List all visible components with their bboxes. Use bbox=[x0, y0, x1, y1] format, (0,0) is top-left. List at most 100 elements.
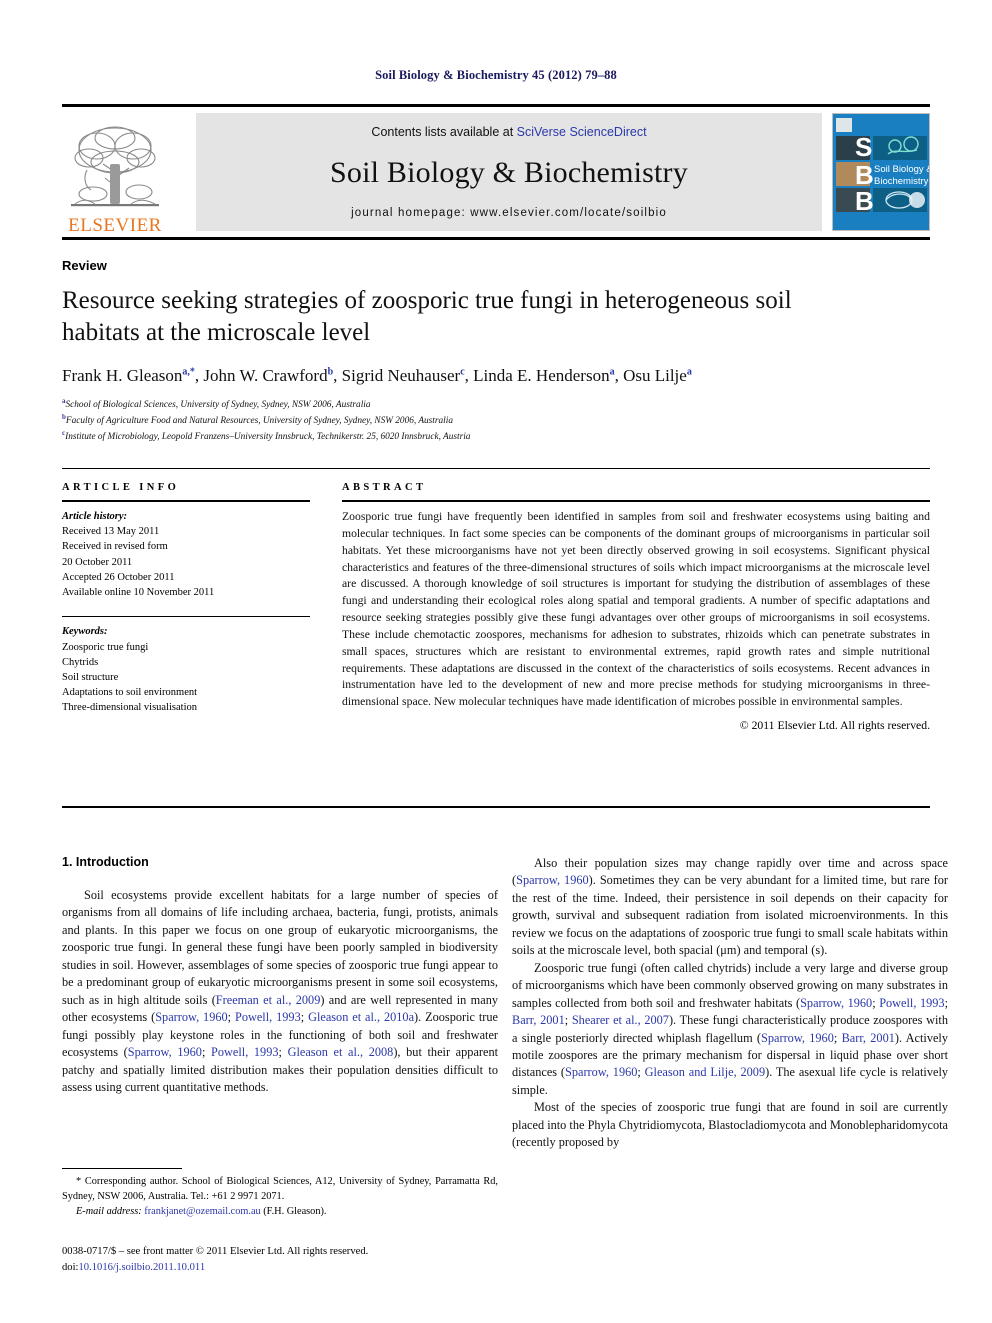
keyword-item: Soil structure bbox=[62, 671, 119, 683]
citation-link[interactable]: Sparrow, 1960 bbox=[128, 1045, 202, 1059]
author-list: Frank H. Gleasona,*, John W. Crawfordb, … bbox=[62, 366, 692, 385]
paragraph-right-2: Zoosporic true fungi (often called chytr… bbox=[512, 960, 948, 1100]
body-text: ; bbox=[278, 1045, 288, 1060]
info-top-rule bbox=[62, 468, 930, 469]
body-text: ; bbox=[227, 1010, 235, 1025]
citation-link[interactable]: Freeman et al., 2009 bbox=[216, 993, 321, 1007]
citation-link[interactable]: Sparrow, 1960 bbox=[761, 1031, 834, 1045]
svg-text:B: B bbox=[855, 186, 874, 216]
author-name: Osu Lilje bbox=[623, 366, 687, 385]
keywords-label: Keywords: bbox=[62, 626, 108, 638]
article-history-item: Received in revised form bbox=[62, 541, 168, 553]
body-text: ; bbox=[201, 1045, 212, 1060]
author-affiliation-mark: c bbox=[460, 366, 465, 378]
paragraph-right-3: Most of the species of zoosporic true fu… bbox=[512, 1099, 948, 1151]
corresponding-author-note: * Corresponding author. School of Biolog… bbox=[62, 1176, 498, 1202]
section-heading-introduction: 1. Introduction bbox=[62, 855, 149, 869]
svg-text:Biochemistry: Biochemistry bbox=[874, 176, 929, 187]
body-text: ; bbox=[637, 1065, 645, 1080]
paragraph-right-1: Also their population sizes may change r… bbox=[512, 855, 948, 960]
article-info-block: ARTICLE INFO Article history: Received 1… bbox=[62, 482, 310, 716]
article-history-label: Article history: bbox=[62, 511, 128, 522]
article-history-item: Received 13 May 2011 bbox=[62, 526, 160, 538]
body-column-left: 1. Introduction Soil ecosystems provide … bbox=[62, 855, 498, 1096]
keywords-rule bbox=[62, 616, 310, 618]
page-title: Resource seeking strategies of zoosporic… bbox=[62, 287, 792, 346]
email-note: E-mail address: frankjanet@ozemail.com.a… bbox=[62, 1205, 498, 1220]
svg-text:Soil Biology &: Soil Biology & bbox=[874, 164, 929, 175]
citation-link[interactable]: Gleason et al., 2008 bbox=[288, 1045, 394, 1059]
citation-link[interactable]: Sparrow, 1960 bbox=[800, 996, 872, 1010]
abstract-heading: ABSTRACT bbox=[342, 482, 427, 493]
citation-link[interactable]: Powell, 1993 bbox=[879, 996, 944, 1010]
body-text: Most of the species of zoosporic true fu… bbox=[512, 1100, 948, 1150]
email-link[interactable]: frankjanet@ozemail.com.au bbox=[144, 1206, 260, 1217]
issn-copyright-block: 0038-0717/$ – see front matter © 2011 El… bbox=[62, 1244, 498, 1276]
article-page: Soil Biology & Biochemistry 45 (2012) 79… bbox=[0, 0, 992, 1323]
journal-cover-thumbnail: S B B Soil Biology & Biochemistry bbox=[832, 113, 930, 231]
body-text: ; bbox=[564, 1013, 572, 1028]
email-suffix: (F.H. Gleason). bbox=[263, 1205, 327, 1217]
article-info-heading: ARTICLE INFO bbox=[62, 482, 180, 493]
affiliation-item: bFaculty of Agriculture Food and Natural… bbox=[62, 413, 453, 427]
sciencedirect-link[interactable]: SciVerse ScienceDirect bbox=[517, 125, 647, 139]
running-head: Soil Biology & Biochemistry 45 (2012) 79… bbox=[375, 68, 617, 82]
article-history-item: Accepted 26 October 2011 bbox=[62, 571, 175, 583]
author-name: Frank H. Gleason bbox=[62, 366, 183, 385]
affiliation-item: cInstitute of Microbiology, Leopold Fran… bbox=[62, 429, 471, 443]
abstract-copyright: © 2011 Elsevier Ltd. All rights reserved… bbox=[739, 719, 930, 733]
citation-link[interactable]: Sparrow, 1960 bbox=[155, 1010, 227, 1024]
elsevier-wordmark: ELSEVIER bbox=[68, 215, 162, 236]
citation-link[interactable]: Shearer et al., 2007 bbox=[572, 1013, 669, 1027]
author-name: Linda E. Henderson bbox=[473, 366, 610, 385]
journal-homepage[interactable]: journal homepage: www.elsevier.com/locat… bbox=[351, 207, 667, 219]
elsevier-tree-icon bbox=[71, 126, 159, 207]
author-affiliation-mark: a bbox=[609, 366, 615, 378]
footnote-block: * Corresponding author. School of Biolog… bbox=[62, 1168, 498, 1220]
keyword-item: Chytrids bbox=[62, 656, 99, 668]
svg-text:S: S bbox=[855, 132, 872, 162]
keyword-item: Three-dimensional visualisation bbox=[62, 702, 198, 714]
journal-masthead: ELSEVIER Contents lists available at Sci… bbox=[62, 104, 930, 240]
article-doctype: Review bbox=[62, 258, 107, 273]
contents-prefix: Contents lists available at bbox=[371, 125, 517, 139]
author-name: Sigrid Neuhauser bbox=[341, 366, 461, 385]
affiliation-mark: b bbox=[62, 413, 66, 422]
affiliation-mark: c bbox=[62, 429, 66, 438]
author-affiliation-mark: b bbox=[327, 366, 334, 378]
contents-available-line: Contents lists available at SciVerse Sci… bbox=[371, 125, 646, 139]
citation-link[interactable]: Powell, 1993 bbox=[211, 1045, 278, 1059]
body-text: ; bbox=[300, 1010, 309, 1025]
abstract-text: Zoosporic true fungi have frequently bee… bbox=[342, 510, 930, 709]
doi-label: doi: bbox=[62, 1261, 79, 1273]
citation-link[interactable]: Sparrow, 1960 bbox=[516, 873, 589, 887]
citation-link[interactable]: Gleason et al., 2010a bbox=[308, 1010, 414, 1024]
email-label: E-mail address: bbox=[76, 1205, 142, 1217]
citation-link[interactable]: Sparrow, 1960 bbox=[565, 1065, 637, 1079]
author-affiliation-mark: a bbox=[686, 366, 692, 378]
journal-title: Soil Biology & Biochemistry bbox=[330, 156, 688, 189]
body-text: Soil ecosystems provide excellent habita… bbox=[62, 888, 498, 1007]
doi-link[interactable]: 10.1016/j.soilbio.2011.10.011 bbox=[78, 1262, 205, 1273]
issn-line: 0038-0717/$ – see front matter © 2011 El… bbox=[62, 1246, 369, 1257]
citation-link[interactable]: Barr, 2001 bbox=[842, 1031, 895, 1045]
body-text: ; bbox=[944, 995, 949, 1010]
keywords-list: Zoosporic true fungi Chytrids Soil structu… bbox=[62, 640, 310, 716]
article-history-item: Available online 10 November 2011 bbox=[62, 587, 215, 599]
citation-link[interactable]: Powell, 1993 bbox=[235, 1010, 301, 1024]
contents-banner: Contents lists available at SciVerse Sci… bbox=[196, 113, 822, 231]
cover-artwork-icon: S B B Soil Biology & Biochemistry bbox=[833, 114, 929, 230]
affiliation-list: aSchool of Biological Sciences, Universi… bbox=[62, 396, 922, 445]
footnote-rule bbox=[62, 1168, 182, 1169]
affiliation-item: aSchool of Biological Sciences, Universi… bbox=[62, 397, 371, 411]
author-name: John W. Crawford bbox=[203, 366, 328, 385]
keyword-item: Adaptations to soil environment bbox=[62, 687, 198, 699]
doi-line: doi:10.1016/j.soilbio.2011.10.011 bbox=[62, 1260, 498, 1276]
citation-link[interactable]: Gleason and Lilje, 2009 bbox=[645, 1065, 765, 1079]
keyword-item: Zoosporic true fungi bbox=[62, 641, 149, 653]
affiliation-mark: a bbox=[62, 397, 66, 405]
article-history-list: Received 13 May 2011 Received in revised … bbox=[62, 524, 310, 600]
paragraph-intro-1: Soil ecosystems provide excellent habita… bbox=[62, 887, 498, 1096]
abstract-rule bbox=[342, 500, 930, 502]
citation-link[interactable]: Barr, 2001 bbox=[512, 1013, 565, 1027]
